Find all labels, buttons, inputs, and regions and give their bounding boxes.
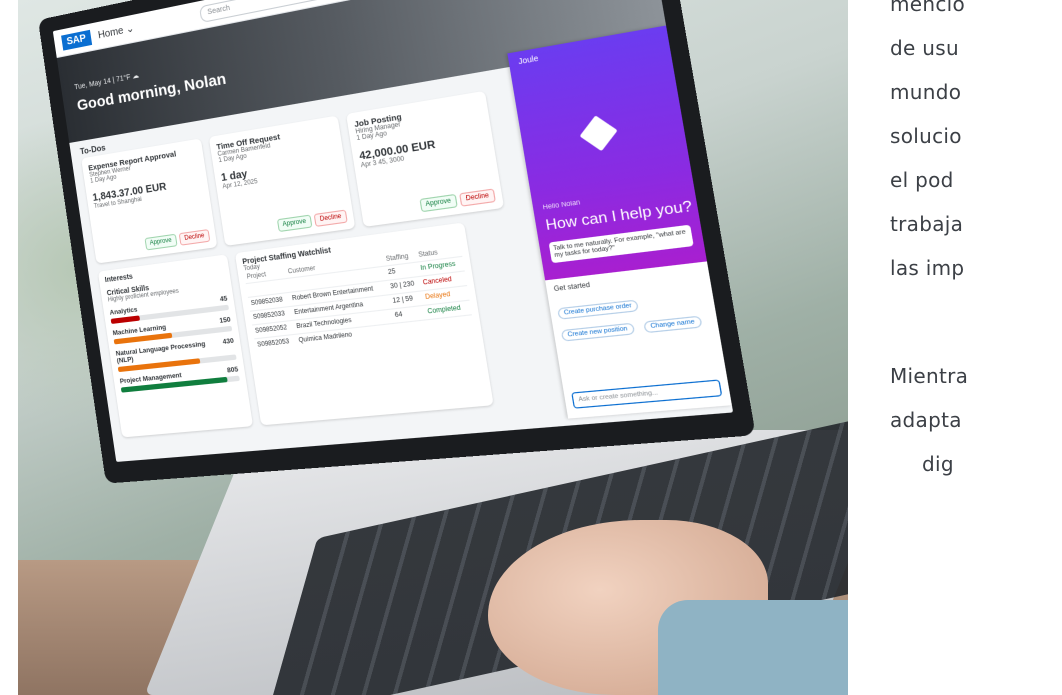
laptop-screen-bezel: SAP Home ⌄ Search ✦ ◔ ● Tue, May 14 | 71… [38, 0, 756, 484]
article-line: trabaja [890, 212, 964, 236]
approve-button[interactable]: Approve [144, 233, 178, 251]
decline-button[interactable]: Decline [313, 209, 348, 227]
decline-button[interactable]: Decline [459, 188, 496, 207]
skill-count: 45 [219, 295, 228, 304]
todo-card-expense[interactable]: Expense Report Approval Stephen Werner 1… [81, 138, 218, 264]
sap-logo[interactable]: SAP [61, 29, 92, 51]
approve-button[interactable]: Approve [418, 193, 458, 213]
home-menu[interactable]: Home ⌄ [97, 23, 135, 41]
staffing-panel[interactable]: Project Staffing Watchlist Today Project… [234, 222, 494, 426]
joule-ask-input[interactable]: Ask or create something... [571, 379, 723, 409]
skills-list: Analytics 45 Machine Learning 150 Natural La… [109, 295, 240, 393]
laptop-photo: SAP Home ⌄ Search ✦ ◔ ● Tue, May 14 | 71… [18, 0, 848, 695]
article-line: solucio [890, 124, 962, 148]
skill-count: 150 [219, 316, 232, 325]
skill-bar-fill [110, 315, 141, 324]
article-line: mundo [890, 80, 962, 104]
article-line: las imp [890, 256, 965, 280]
shirt-sleeve [658, 600, 848, 695]
todo-card-timeoff[interactable]: Time Off Request Carmen Bamenfeld 1 Day … [208, 115, 356, 246]
approve-button[interactable]: Approve [276, 214, 313, 233]
article-line: de usu [890, 36, 959, 60]
todo-card-jobposting[interactable]: Job Posting Hiring Manager 1 Day Ago 42,… [346, 90, 505, 227]
chip-create-po[interactable]: Create purchase order [557, 299, 639, 320]
article-line: mencio [890, 0, 966, 16]
greeting: Good morning, Nolan [75, 69, 228, 115]
article-line: Mientra [890, 364, 969, 388]
joule-name: Joule [517, 55, 540, 67]
article-line: el pod [890, 168, 954, 192]
white-corner [870, 520, 1062, 695]
joule-hello: Hello Nolan [542, 199, 581, 212]
skill-count: 805 [226, 366, 239, 375]
cell-staffing [393, 319, 429, 338]
article-line: dig [922, 452, 954, 476]
joule-prompt: Talk to me naturally. For example, "what… [548, 224, 694, 264]
skill-count: 430 [222, 337, 235, 347]
laptop-screen: SAP Home ⌄ Search ✦ ◔ ● Tue, May 14 | 71… [52, 0, 734, 462]
joule-diamond-icon [579, 115, 618, 152]
interests-panel[interactable]: Interests Critical Skills Highly profici… [97, 254, 254, 438]
article-line: adapta [890, 408, 962, 432]
decline-button[interactable]: Decline [178, 229, 211, 246]
chip-create-position[interactable]: Create new position [560, 322, 635, 342]
chip-change-name[interactable]: Change name [643, 315, 703, 334]
